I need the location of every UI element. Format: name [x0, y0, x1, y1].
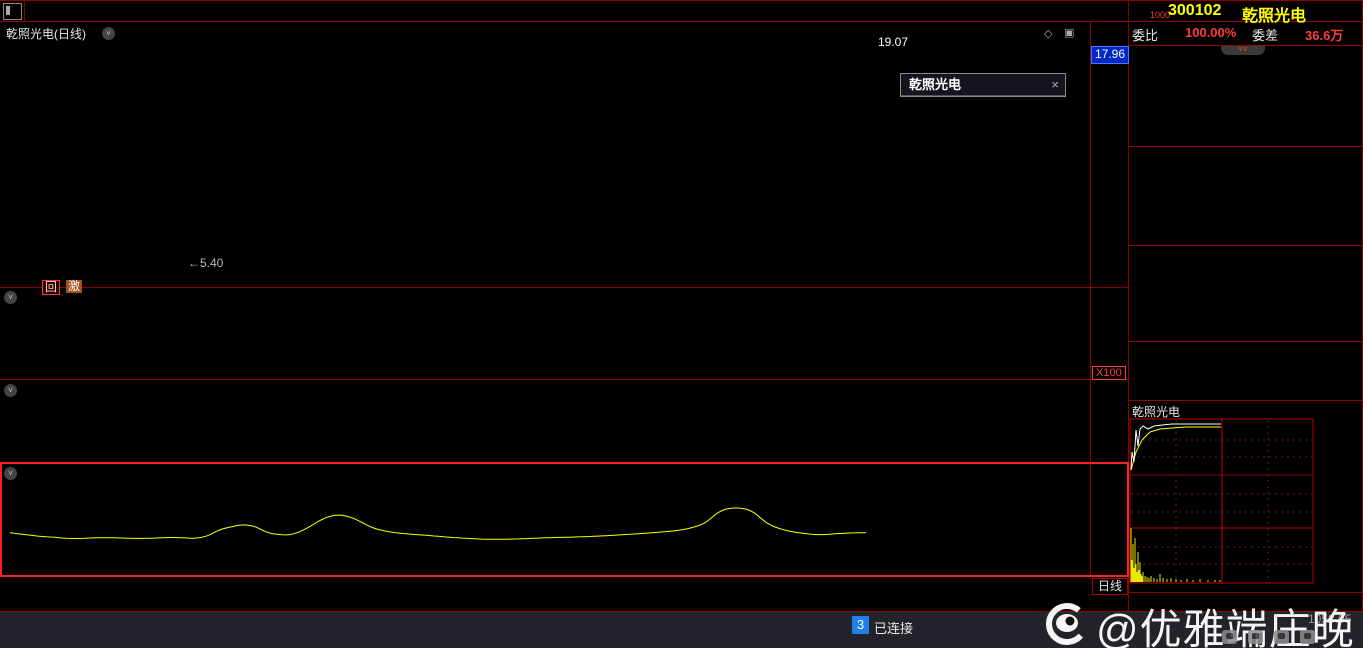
period-indicator: 日线 — [1092, 578, 1128, 595]
layout-window-icon[interactable] — [3, 3, 22, 20]
weibi-label: 委比 — [1132, 28, 1159, 43]
diamond-icon[interactable]: ◇ — [1044, 27, 1052, 40]
weicha-label: 委差 — [1252, 28, 1279, 43]
vol-unit-label: X100 — [1092, 366, 1126, 380]
broadcast-icon[interactable] — [1274, 630, 1289, 644]
close-icon[interactable]: × — [1051, 74, 1059, 95]
collapse-chevron-icon[interactable]: ˅ — [102, 27, 115, 40]
macd-collapse-icon[interactable]: ˅ — [4, 384, 17, 397]
vr-panel-selection-border — [0, 462, 1129, 577]
weicha-value: 36.6万 — [1305, 28, 1344, 43]
panel-layout-icon[interactable]: ▣ — [1064, 26, 1074, 39]
vr-collapse-icon[interactable]: ˅ — [4, 467, 17, 480]
weibi-value: 100.00% — [1185, 25, 1237, 40]
mini-chart-title: 乾照光电 — [1132, 405, 1181, 419]
event-badge-ji[interactable]: 激 — [66, 280, 83, 293]
high-price-annotation: 19.07 — [878, 35, 909, 49]
low-price-annotation: ←5.40 — [188, 256, 224, 270]
notice-icon[interactable] — [1222, 630, 1237, 644]
tdx-app-window: 乾照光电(日线) ˅ ◇ ▣ 17.96 19.07 ←5.40 回 激 ˅ X… — [0, 0, 1363, 648]
kline-info-popup: 乾照光电 × — [900, 73, 1066, 97]
weibo-logo-icon — [1046, 603, 1088, 645]
vol-collapse-icon[interactable]: ˅ — [4, 291, 17, 304]
connection-status: 已连接 — [874, 621, 914, 636]
crosshair-price-box: 17.96 — [1091, 46, 1129, 64]
stock-code: 300102 — [1168, 2, 1222, 19]
event-badge-hui[interactable]: 回 — [42, 280, 61, 295]
alert-icon[interactable] — [1300, 630, 1315, 644]
popup-title-text: 乾照光电 — [909, 77, 962, 92]
stock-name: 乾照光电 — [1242, 8, 1307, 25]
charts-canvas — [9, 418, 1314, 584]
message-icon[interactable] — [1248, 630, 1263, 644]
connection-count-badge[interactable]: 3 — [852, 616, 869, 634]
chart-title: 乾照光电(日线) — [6, 27, 86, 41]
orderbook-collapse-pill[interactable]: ˅˅ — [1221, 46, 1265, 55]
popup-title: 乾照光电 × — [901, 74, 1065, 96]
